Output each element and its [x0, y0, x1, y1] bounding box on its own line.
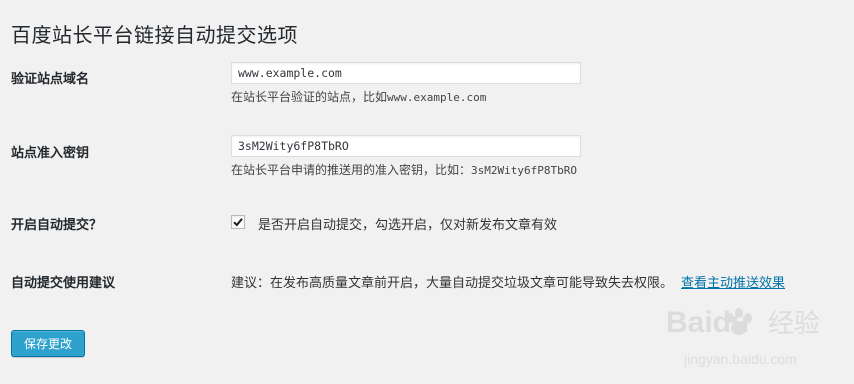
auto-submit-label: 开启自动提交？	[11, 218, 103, 233]
baidu-jingyan-watermark: Baidu 经验 jingyan.baidu.com	[666, 306, 820, 367]
suggestion-text: 建议：在发布高质量文章前开启，大量自动提交垃圾文章可能导致失去权限。	[231, 276, 674, 291]
domain-hint: 在站长平台验证的站点，比如www.example.com	[231, 88, 486, 105]
token-hint: 在站长平台申请的推送用的准入密钥，比如：3sM2Wity6fP8TbRO	[231, 161, 577, 178]
watermark-site: jingyan.baidu.com	[683, 351, 797, 367]
suggestion-label: 自动提交使用建议	[11, 276, 116, 291]
checkmark-icon	[233, 218, 243, 227]
auto-submit-checkbox[interactable]	[231, 215, 245, 229]
watermark-brand: Baidu	[666, 306, 749, 339]
token-input[interactable]	[231, 135, 581, 157]
domain-input[interactable]	[231, 62, 581, 84]
save-button[interactable]: 保存更改	[11, 330, 85, 357]
view-push-results-link[interactable]: 查看主动推送效果	[681, 276, 785, 291]
suggestion-row: 建议：在发布高质量文章前开启，大量自动提交垃圾文章可能导致失去权限。 查看主动推送…	[231, 272, 785, 291]
token-hint-example: 3sM2Wity6fP8TbRO	[471, 164, 577, 177]
domain-hint-text: 在站长平台验证的站点，比如	[231, 90, 388, 104]
domain-hint-example: www.example.com	[387, 91, 487, 104]
page-title: 百度站长平台链接自动提交选项	[11, 23, 298, 48]
domain-label: 验证站点域名	[11, 72, 90, 87]
auto-submit-text: 是否开启自动提交，勾选开启，仅对新发布文章有效	[258, 218, 558, 233]
token-hint-text: 在站长平台申请的推送用的准入密钥，比如：	[231, 163, 472, 177]
token-label: 站点准入密钥	[11, 146, 90, 161]
watermark-brand-cn: 经验	[768, 309, 820, 339]
